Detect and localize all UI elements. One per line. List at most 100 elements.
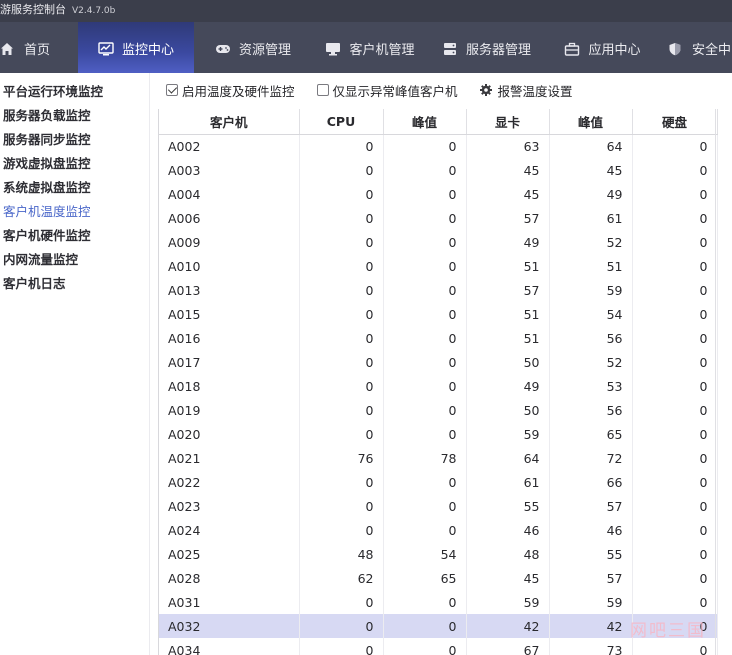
only-abnormal-checkbox[interactable]: 仅显示异常峰值客户机 [316, 81, 458, 100]
nav-tab-3[interactable]: 资源管理 [194, 22, 312, 73]
table-cell: 0 [299, 278, 384, 302]
table-cell: 42 [466, 614, 550, 638]
nav-tab-6[interactable]: 应用中心 [545, 22, 660, 73]
table-row[interactable]: A020 0 0 59 65 0 [159, 422, 718, 446]
sidebar-item-7[interactable]: 客户机硬件监控 [3, 225, 91, 244]
briefcase-icon [564, 42, 580, 56]
table-cell: 0 [383, 182, 467, 206]
table-row[interactable]: A015 0 0 51 54 0 [159, 302, 718, 326]
table-cell: 49 [549, 182, 633, 206]
table-cell: 48 [299, 542, 384, 566]
sidebar-item-4[interactable]: 游戏虚拟盘监控 [3, 153, 91, 172]
client-name-cell: A034 [159, 638, 300, 655]
client-name-cell: A019 [159, 398, 300, 422]
table-cell: 57 [549, 566, 633, 590]
table-cell: 0 [299, 326, 384, 350]
table-cell: 0 [632, 398, 718, 422]
table-row[interactable]: A025 48 54 48 55 0 [159, 542, 718, 566]
table-row[interactable]: A028 62 65 45 57 0 [159, 566, 718, 590]
sidebar-item-6[interactable]: 客户机温度监控 [3, 201, 91, 220]
nav-tab-5[interactable]: 服务器管理 [428, 22, 545, 73]
table-cell: 0 [299, 254, 384, 278]
column-header[interactable]: 峰值 [383, 109, 467, 135]
table-cell: 53 [549, 374, 633, 398]
table-cell: 0 [383, 158, 467, 182]
enable-monitor-check-box[interactable] [166, 84, 178, 96]
client-name-cell: A032 [159, 614, 300, 638]
column-header[interactable]: 客户机 [159, 109, 300, 135]
nav-tab-label: 客户机管理 [349, 43, 415, 58]
table-cell: 0 [299, 422, 384, 446]
sidebar-item-9[interactable]: 客户机日志 [3, 273, 66, 292]
table-cell: 61 [549, 206, 633, 230]
table-row[interactable]: A009 0 0 49 52 0 [159, 230, 718, 254]
nav-tab-1[interactable]: 首页 [0, 22, 78, 73]
table-cell: 0 [299, 614, 384, 638]
sidebar-item-2[interactable]: 服务器负载监控 [3, 105, 91, 124]
sidebar-item-3[interactable]: 服务器同步监控 [3, 129, 91, 148]
table-row[interactable]: A010 0 0 51 51 0 [159, 254, 718, 278]
nav-tab-7[interactable]: 安全中 [660, 22, 732, 73]
window-title: 游服务控制台 [0, 3, 66, 16]
table-cell: 55 [466, 494, 550, 518]
client-name-cell: A028 [159, 566, 300, 590]
table-cell: 52 [549, 230, 633, 254]
table-cell: 45 [549, 158, 633, 182]
client-name-cell: A021 [159, 446, 300, 470]
client-name-cell: A017 [159, 350, 300, 374]
temperature-table: 客户机 CPU 峰值 显卡 峰值 硬盘 A002 0 0 63 64 0 A003 0 0 45 45 0 A00… [158, 109, 732, 655]
table-cell: 66 [549, 470, 633, 494]
table-cell: 73 [549, 638, 633, 655]
sidebar-item-5[interactable]: 系统虚拟盘监控 [3, 177, 91, 196]
table-row[interactable]: A023 0 0 55 57 0 [159, 494, 718, 518]
only-abnormal-check-box[interactable] [316, 84, 329, 96]
column-divider [715, 109, 716, 655]
table-row[interactable]: A004 0 0 45 49 0 [159, 182, 718, 206]
column-header[interactable]: 硬盘 [632, 109, 718, 135]
sidebar-item-1[interactable]: 平台运行环境监控 [3, 81, 103, 100]
table-row[interactable]: A031 0 0 59 59 0 [159, 590, 718, 614]
table-cell: 65 [549, 422, 633, 446]
table-cell: 0 [632, 638, 718, 655]
table-cell: 51 [549, 254, 633, 278]
table-row[interactable]: A024 0 0 46 46 0 [159, 518, 718, 542]
column-header[interactable]: 峰值 [549, 109, 633, 135]
table-cell: 78 [383, 446, 467, 470]
table-row[interactable]: A013 0 0 57 59 0 [159, 278, 718, 302]
table-cell: 0 [632, 374, 718, 398]
table-cell: 51 [466, 254, 550, 278]
nav-tab-2[interactable]: 监控中心 [78, 22, 194, 73]
table-cell: 0 [299, 494, 384, 518]
enable-monitor-checkbox[interactable]: 启用温度及硬件监控 [166, 81, 295, 100]
table-row[interactable]: A032 0 0 42 42 0 [159, 614, 718, 638]
nav-tab-4[interactable]: 客户机管理 [312, 22, 428, 73]
client-name-cell: A016 [159, 326, 300, 350]
table-cell: 57 [549, 494, 633, 518]
table-row[interactable]: A016 0 0 51 56 0 [159, 326, 718, 350]
table-cell: 0 [383, 206, 467, 230]
column-header[interactable]: CPU [299, 109, 384, 135]
table-cell: 0 [383, 134, 467, 158]
nav-tab-label: 服务器管理 [465, 43, 531, 58]
table-row[interactable]: A022 0 0 61 66 0 [159, 470, 718, 494]
table-row[interactable]: A003 0 0 45 45 0 [159, 158, 718, 182]
alarm-settings-button[interactable]: 报警温度设置 [479, 81, 573, 100]
table-row[interactable]: A017 0 0 50 52 0 [159, 350, 718, 374]
column-header[interactable]: 显卡 [466, 109, 550, 135]
table-body: A002 0 0 63 64 0 A003 0 0 45 45 0 A004 0 0 45 49 0 A006 0 0 5… [159, 134, 718, 655]
table-cell: 0 [383, 302, 467, 326]
table-row[interactable]: A021 76 78 64 72 0 [159, 446, 718, 470]
table-cell: 0 [299, 230, 384, 254]
table-row[interactable]: A019 0 0 50 56 0 [159, 398, 718, 422]
table-cell: 0 [632, 230, 718, 254]
table-row[interactable]: A002 0 0 63 64 0 [159, 134, 718, 158]
table-row[interactable]: A018 0 0 49 53 0 [159, 374, 718, 398]
table-cell: 0 [299, 206, 384, 230]
client-name-cell: A003 [159, 158, 300, 182]
table-cell: 0 [632, 494, 718, 518]
table-cell: 59 [466, 590, 550, 614]
table-cell: 52 [549, 350, 633, 374]
table-row[interactable]: A034 0 0 67 73 0 [159, 638, 718, 655]
sidebar-item-8[interactable]: 内网流量监控 [3, 249, 78, 268]
table-row[interactable]: A006 0 0 57 61 0 [159, 206, 718, 230]
